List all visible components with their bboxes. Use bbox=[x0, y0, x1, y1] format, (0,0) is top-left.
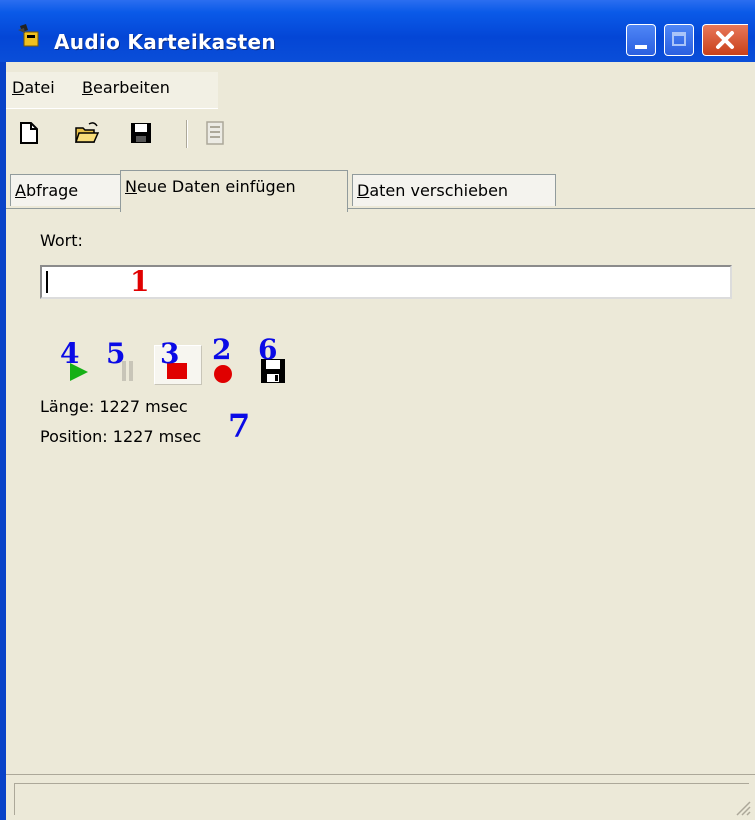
resize-grip-icon[interactable] bbox=[733, 798, 751, 816]
title-bar[interactable]: Audio Karteikasten bbox=[0, 0, 755, 62]
tab-strip: Abfrage Neue Daten einfügen Daten versch… bbox=[6, 170, 755, 212]
tab-accel-key: N bbox=[125, 177, 137, 196]
position-readout: Position: 1227 msec bbox=[40, 427, 202, 446]
annotation-3: 3 bbox=[160, 337, 180, 370]
minimize-button[interactable] bbox=[626, 24, 656, 56]
annotation-7: 7 bbox=[228, 407, 251, 445]
new-file-icon[interactable] bbox=[16, 120, 42, 146]
toolbar-separator bbox=[186, 120, 188, 148]
app-icon bbox=[18, 24, 39, 47]
tab-daten-verschieben[interactable]: Daten verschieben bbox=[352, 174, 556, 206]
annotation-2: 2 bbox=[212, 333, 232, 366]
maximize-icon bbox=[672, 32, 686, 46]
annotation-6: 6 bbox=[258, 333, 278, 366]
tab-neue-daten-einfuegen[interactable]: Neue Daten einfügen bbox=[120, 170, 348, 212]
tab-label: eue Daten einfügen bbox=[136, 177, 296, 196]
text-caret bbox=[46, 271, 48, 293]
menu-datei[interactable]: Datei bbox=[12, 78, 55, 97]
tab-label: bfrage bbox=[25, 181, 79, 200]
length-readout: Länge: 1227 msec bbox=[40, 397, 188, 416]
disabled-document-icon bbox=[206, 121, 224, 145]
save-disk-icon[interactable] bbox=[128, 120, 154, 146]
annotation-1: 1 bbox=[130, 265, 150, 298]
status-bar bbox=[6, 774, 755, 820]
menu-label: atei bbox=[24, 78, 55, 97]
maximize-button[interactable] bbox=[664, 24, 694, 56]
toolbar bbox=[6, 110, 755, 154]
window-title: Audio Karteikasten bbox=[54, 30, 276, 54]
annotation-4: 4 bbox=[60, 337, 80, 370]
tab-panel: Wort: 1 4 5 3 2 6 Länge: 1227 msec Posit… bbox=[6, 209, 755, 769]
close-button[interactable] bbox=[702, 24, 748, 56]
status-panel bbox=[14, 783, 749, 815]
annotation-5: 5 bbox=[106, 337, 126, 370]
client-area: Datei Bearbeiten Abfrage Neue Daten einf… bbox=[6, 62, 755, 820]
close-icon bbox=[716, 31, 734, 49]
tab-accel-key: A bbox=[15, 181, 26, 200]
tab-label: aten verschieben bbox=[369, 181, 509, 200]
menu-bar: Datei Bearbeiten bbox=[6, 72, 218, 109]
tab-accel-key: D bbox=[357, 181, 370, 200]
menu-accel-key: D bbox=[12, 78, 25, 97]
application-window: Audio Karteikasten Datei Bearbeiten Abfr… bbox=[0, 0, 755, 820]
open-folder-icon[interactable] bbox=[74, 120, 100, 146]
word-label: Wort: bbox=[40, 231, 83, 250]
minimize-icon bbox=[635, 45, 647, 49]
tab-abfrage[interactable]: Abfrage bbox=[10, 174, 120, 206]
menu-accel-key: B bbox=[82, 78, 93, 97]
menu-bearbeiten[interactable]: Bearbeiten bbox=[82, 78, 170, 97]
menu-label: earbeiten bbox=[92, 78, 170, 97]
